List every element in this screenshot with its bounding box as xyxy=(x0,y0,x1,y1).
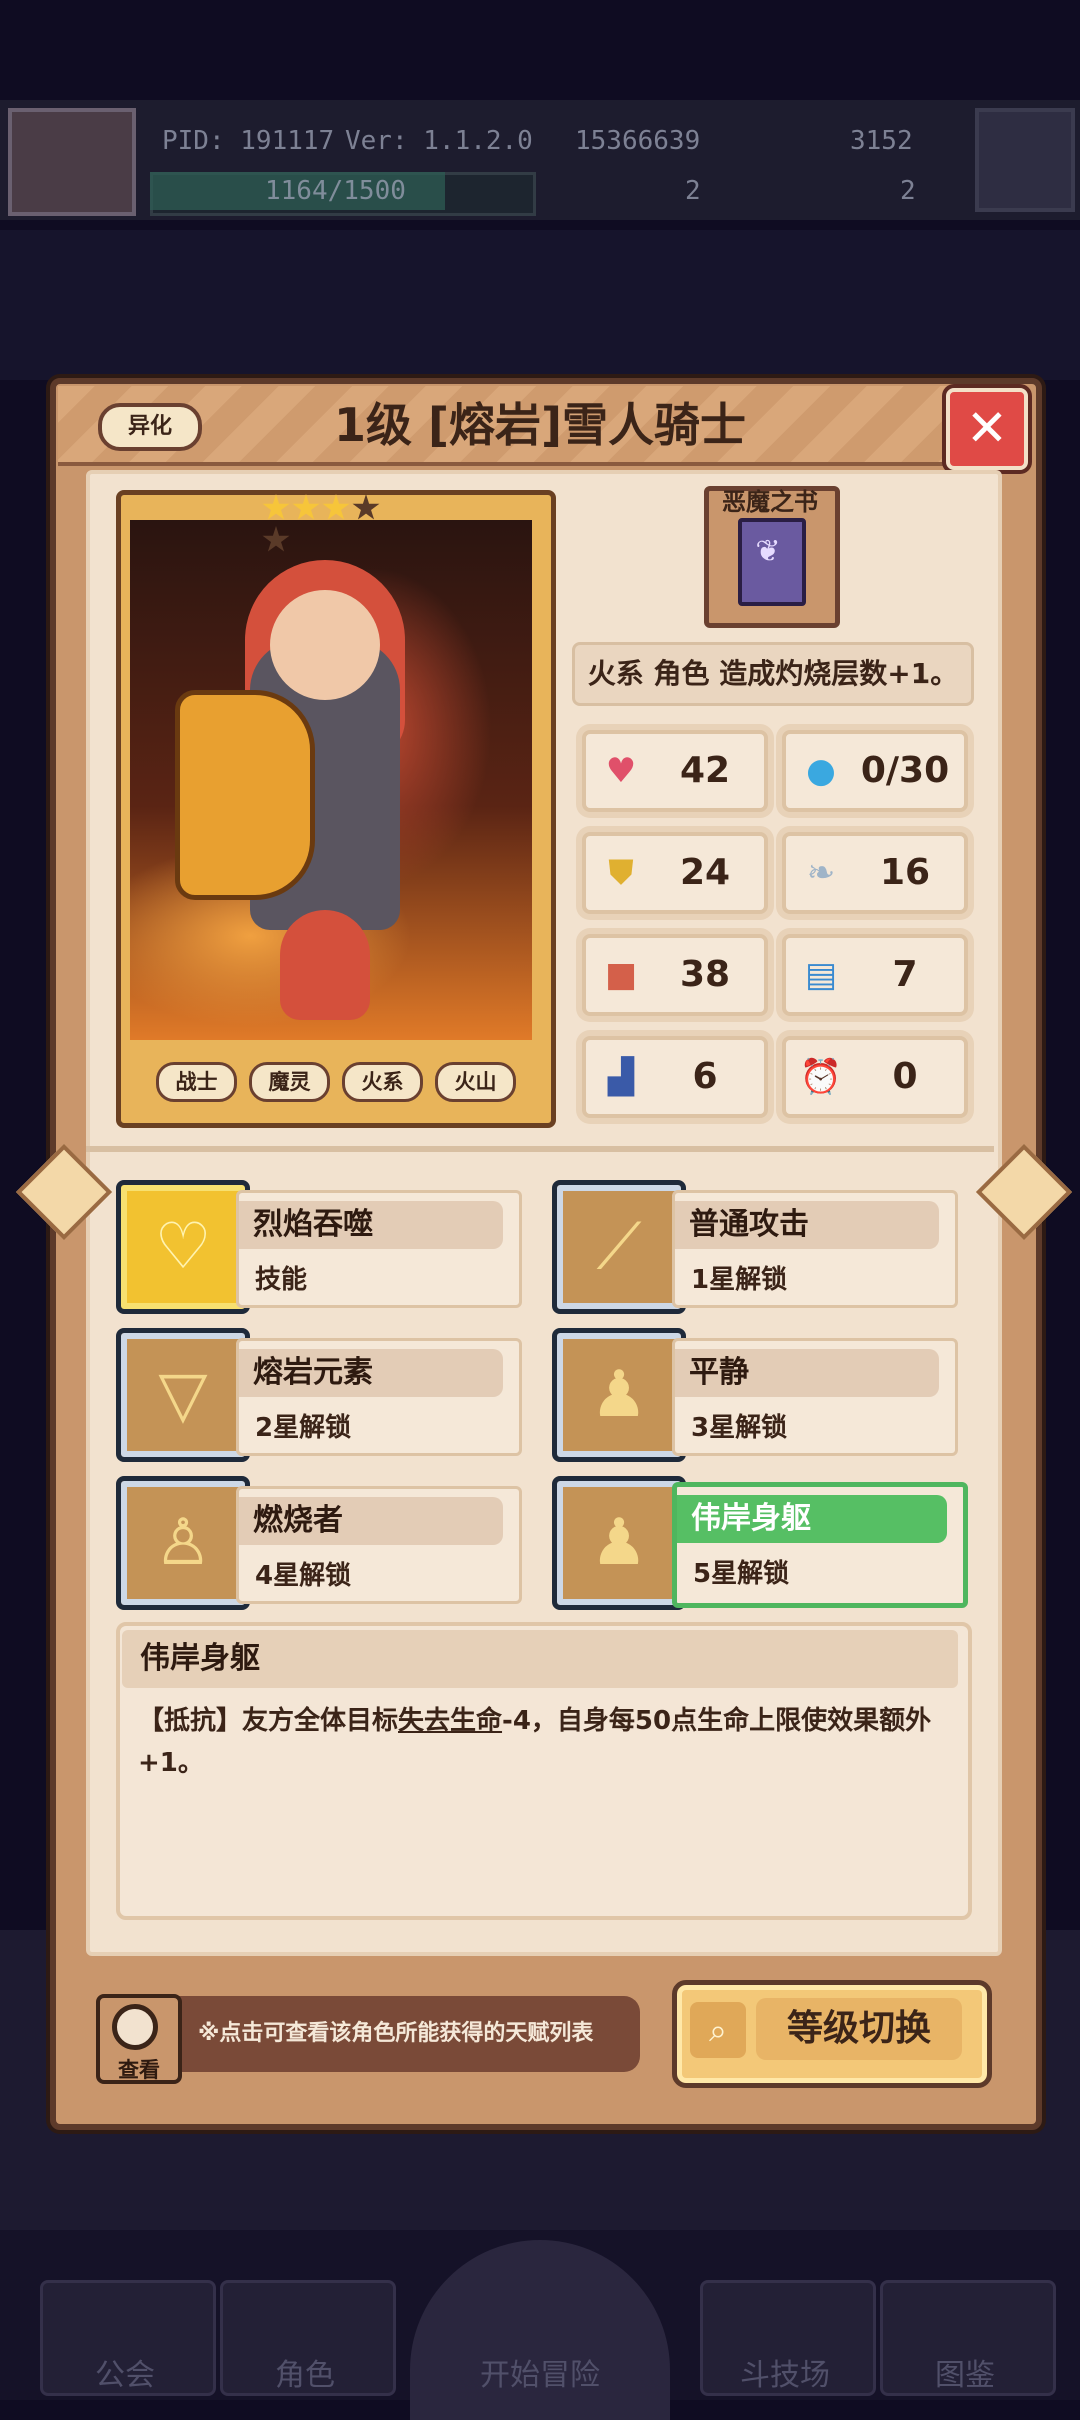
tag-demon-spirit: 魔灵 xyxy=(249,1062,330,1102)
player-id: PID: 191117 xyxy=(162,126,335,156)
nav-guild-label: 公会 xyxy=(95,2358,155,2393)
skill-sub: 5星解锁 xyxy=(693,1559,790,1589)
magnifier-icon xyxy=(112,2004,158,2050)
skill-name: 伟岸身躯 xyxy=(677,1495,947,1543)
stat-cooldown: ⏰ 0 xyxy=(782,1036,968,1118)
nav-arena-label: 斗技场 xyxy=(740,2358,830,2393)
trait-tags: 战士 魔灵 火系 火山 xyxy=(156,1062,516,1102)
book-icon: ▤ xyxy=(804,955,838,995)
star-filled-icon xyxy=(322,494,350,520)
shield-icon: ⛊ xyxy=(608,853,634,893)
skill-detail-title: 伟岸身躯 xyxy=(122,1630,958,1688)
figure-icon[interactable]: ♟ xyxy=(552,1476,686,1610)
skill-name: 烈焰吞噬 xyxy=(239,1201,503,1249)
tag-fire: 火系 xyxy=(342,1062,423,1102)
hero-shield xyxy=(175,690,315,900)
mutation-badge-button[interactable]: 异化 xyxy=(98,403,202,451)
close-icon[interactable]: ✕ xyxy=(946,388,1028,470)
stat-defense-value: 24 xyxy=(679,852,731,893)
water-drop-icon: ● xyxy=(806,751,836,791)
chibi-figure xyxy=(280,910,370,1020)
view-label: 查看 xyxy=(118,2058,160,2082)
star-rating xyxy=(262,494,402,552)
stat-mana: ● 0/30 xyxy=(782,730,968,812)
skill-card-1[interactable]: 烈焰吞噬 技能 xyxy=(236,1190,522,1308)
skill-name: 燃烧者 xyxy=(239,1497,503,1545)
skill-name: 平静 xyxy=(675,1349,939,1397)
stat-cooldown-value: 0 xyxy=(892,1056,918,1097)
alarm-clock-icon: ⏰ xyxy=(799,1057,843,1097)
equipment-description: 火系 角色 造成灼烧层数+1。 xyxy=(572,642,974,706)
heart-icon: ♥ xyxy=(605,751,637,791)
character-title: 1级 [熔岩]雪人骑士 xyxy=(333,398,747,452)
nav-start-label: 开始冒险 xyxy=(480,2358,600,2393)
stat-magic-value: 7 xyxy=(892,954,918,995)
tag-warrior: 战士 xyxy=(156,1062,237,1102)
key-count: 2 xyxy=(900,176,916,206)
section-divider xyxy=(86,1146,994,1152)
figure-icon[interactable]: ♟ xyxy=(552,1328,686,1462)
lose-hp-keyword[interactable]: 失去生命 xyxy=(398,1706,502,1736)
skill-slot-3[interactable]: ▽ xyxy=(116,1328,250,1462)
clover-count: 2 xyxy=(685,176,701,206)
skill-slot-4[interactable]: ♟ xyxy=(552,1328,686,1462)
skill-card-5[interactable]: 燃烧者 4星解锁 xyxy=(236,1486,522,1604)
nav-character-label: 角色 xyxy=(275,2358,335,2393)
fist-icon: ■ xyxy=(604,955,638,995)
tag-volcano: 火山 xyxy=(435,1062,516,1102)
star-filled-icon xyxy=(292,494,320,520)
book-emblem-icon: ❦ xyxy=(755,534,781,569)
stat-speed: ❧ 16 xyxy=(782,832,968,914)
equipment-name: 恶魔之书 xyxy=(722,488,818,516)
energy-text: 1164/1500 xyxy=(265,176,406,206)
skill-name: 熔岩元素 xyxy=(239,1349,503,1397)
star-filled-icon xyxy=(262,494,290,520)
gem-count: 3152 xyxy=(850,126,913,156)
stat-magic: ▤ 7 xyxy=(782,934,968,1016)
stat-defense: ⛊ 24 xyxy=(582,832,768,914)
boot-icon: ▟ xyxy=(607,1057,635,1097)
stat-move-value: 6 xyxy=(692,1056,718,1097)
search-icon: ⌕ xyxy=(690,2002,746,2058)
level-switch-label: 等级切换 xyxy=(756,1998,962,2060)
skill-card-4[interactable]: 平静 3星解锁 xyxy=(672,1338,958,1456)
spark-figure-icon[interactable]: ♙ xyxy=(116,1476,250,1610)
skill-detail-text: 【抵抗】友方全体目标失去生命-4，自身每50点生命上限使效果额外+1。 xyxy=(138,1706,932,1778)
hero-head xyxy=(270,590,380,700)
skill-card-3[interactable]: 熔岩元素 2星解锁 xyxy=(236,1338,522,1456)
star-empty-icon xyxy=(262,526,290,552)
skill-slot-6[interactable]: ♟ xyxy=(552,1476,686,1610)
skill-slot-5[interactable]: ♙ xyxy=(116,1476,250,1610)
settings-gear-icon xyxy=(975,108,1075,212)
wing-icon: ❧ xyxy=(806,853,836,893)
version-label: Ver: 1.1.2.0 xyxy=(345,126,533,156)
heart-crest-icon[interactable]: ♡ xyxy=(116,1180,250,1314)
skill-sub: 3星解锁 xyxy=(691,1413,788,1443)
background-scene xyxy=(0,230,1080,380)
skill-sub: 技能 xyxy=(255,1265,308,1295)
skill-card-2[interactable]: 普通攻击 1星解锁 xyxy=(672,1190,958,1308)
stat-move: ▟ 6 xyxy=(582,1036,768,1118)
skill-sub: 4星解锁 xyxy=(255,1561,352,1591)
stat-hp-value: 42 xyxy=(679,750,731,791)
skill-slot-2[interactable]: ⟋ xyxy=(552,1180,686,1314)
talent-hint-text: ※点击可查看该角色所能获得的天赋列表 xyxy=(198,2021,594,2046)
skill-sub: 2星解锁 xyxy=(255,1413,352,1443)
skill-slot-1[interactable]: ♡ xyxy=(116,1180,250,1314)
skill-sub: 1星解锁 xyxy=(691,1265,788,1295)
nav-codex-label: 图鉴 xyxy=(935,2358,995,2393)
triangle-rune-icon[interactable]: ▽ xyxy=(116,1328,250,1462)
gold-count: 15366639 xyxy=(575,126,701,156)
stat-speed-value: 16 xyxy=(879,852,931,893)
star-empty-icon xyxy=(352,494,380,520)
stat-hp: ♥ 42 xyxy=(582,730,768,812)
stat-attack-value: 38 xyxy=(679,954,731,995)
stat-attack: ■ 38 xyxy=(582,934,768,1016)
player-avatar xyxy=(8,108,136,216)
sword-icon[interactable]: ⟋ xyxy=(552,1180,686,1314)
skill-name: 普通攻击 xyxy=(675,1201,939,1249)
stat-mana-value: 0/30 xyxy=(860,750,950,791)
skill-card-6-selected[interactable]: 伟岸身躯 5星解锁 xyxy=(672,1482,968,1608)
